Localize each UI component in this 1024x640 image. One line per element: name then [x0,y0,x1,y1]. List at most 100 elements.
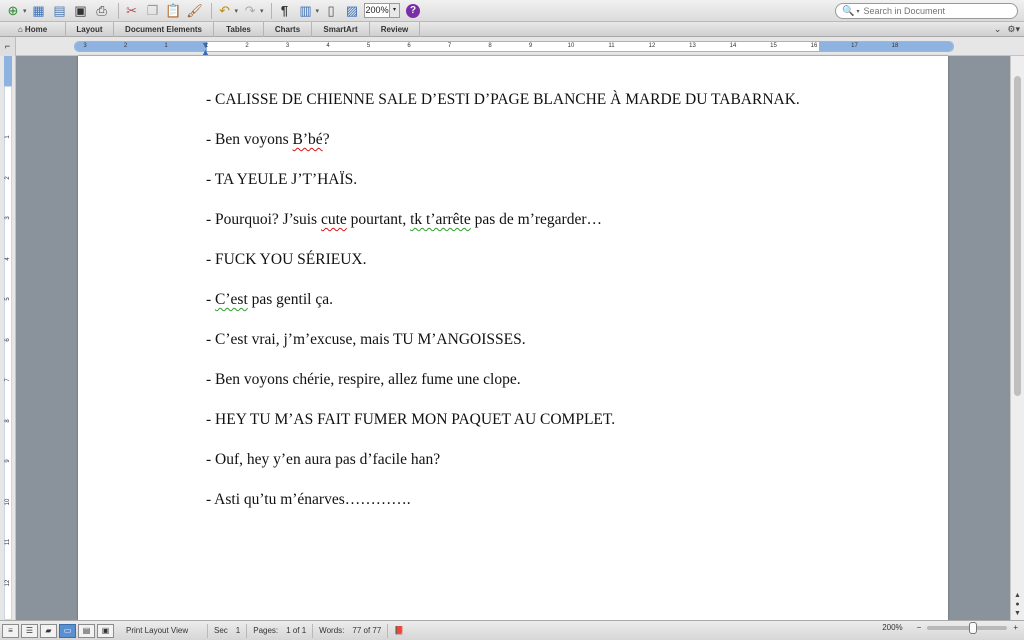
tab-label: Home [24,25,48,34]
media-browser-icon[interactable]: ▨ [343,2,361,20]
search-icon[interactable]: 🔍 [842,6,854,17]
zoom-dropdown-icon[interactable]: ▾ [390,3,401,18]
ribbon-tabs: ⌂ Home Layout Document Elements Tables C… [0,22,1024,37]
ruler-number: 1 [164,43,168,49]
document-paragraph[interactable]: - Ben voyons chérie, respire, allez fume… [206,371,521,389]
tab-layout[interactable]: Layout [66,22,114,37]
undo-icon[interactable]: ↶ [216,2,234,20]
ruler-number: 2 [245,43,249,49]
vertical-ruler-number: 1 [5,135,11,139]
copy-icon[interactable]: ❐ [144,2,162,20]
gear-icon[interactable]: ⚙▾ [1007,24,1020,35]
ruler-number: 9 [528,43,533,49]
pages-indicator: Pages: 1 of 1 [247,623,314,638]
scroll-thumb[interactable] [1014,76,1021,396]
new-dropdown-icon[interactable]: ▾ [23,7,27,15]
zoom-controls: 200% − + [882,621,1018,634]
document-paragraph[interactable]: - C’est pas gentil ça. [206,291,333,309]
words-value: 77 of 77 [352,625,382,635]
spelling-status-icon[interactable]: 📕 [388,624,410,638]
paragraph-text: - Ben voyons [206,131,293,148]
document-paragraph[interactable]: - CALISSE DE CHIENNE SALE D’ESTI D’PAGE … [206,91,800,109]
pilcrow-icon[interactable]: ¶ [276,2,294,20]
document-paragraph[interactable]: - Pourquoi? J’suis cute pourtant, tk t’a… [206,211,602,229]
gallery-icon[interactable]: ▦ [30,2,48,20]
home-icon: ⌂ [17,25,23,34]
grammar-error-phrase: tk t’arrête [410,211,471,228]
vertical-ruler-number: 9 [5,459,11,463]
indent-marker-icon[interactable]: ▼ ▲ [201,41,210,57]
scroll-buttons: ▲ ● ▼ [1012,591,1023,618]
zoom-slider[interactable] [927,621,1008,634]
tab-review[interactable]: Review [370,22,420,37]
help-icon[interactable]: ? [406,3,421,18]
zoom-input[interactable]: 200% [364,3,391,18]
document-paragraph[interactable]: - TA YEULE J’T’HAÏS. [206,171,357,189]
paragraph-text: pas gentil ça. [247,291,333,308]
paste-icon[interactable]: 📋 [165,2,183,20]
new-document-icon[interactable]: ⊕ [4,2,22,20]
vertical-ruler-number: 8 [5,418,11,423]
document-paragraph[interactable]: - Ouf, hey y’en aura pas d’facile han? [206,451,440,469]
zoom-in-icon[interactable]: + [1013,623,1018,632]
undo-dropdown-icon[interactable]: ▾ [235,7,239,15]
tab-document-elements[interactable]: Document Elements [114,22,214,37]
save-icon[interactable]: ▣ [72,2,90,20]
search-input[interactable] [863,6,1004,16]
section-indicator: Sec 1 [208,623,248,638]
vertical-ruler-number: 4 [5,256,11,261]
words-indicator[interactable]: Words: 77 of 77 [313,623,389,638]
print-icon[interactable]: ⎙ [93,2,111,20]
tab-home[interactable]: ⌂ Home [0,22,66,37]
tab-smartart[interactable]: SmartArt [312,22,370,37]
ruler-number: 12 [648,43,656,49]
vertical-ruler: 1 2 3 4 5 6 7 8 9 10 11 12 [0,56,16,620]
ruler-number: 7 [447,43,452,49]
sidebar-dropdown-icon[interactable]: ▾ [316,7,320,15]
tab-tables[interactable]: Tables [214,22,264,37]
pages-value: 1 of 1 [286,625,307,635]
vertical-scrollbar[interactable]: ▲ ● ▼ [1010,56,1024,620]
search-dropdown-icon[interactable]: ▾ [856,8,859,15]
document-paragraph[interactable]: - Asti qu’tu m’énarves…………. [206,491,411,509]
collapse-ribbon-icon[interactable]: ⌄ [994,24,1002,35]
grammar-error-phrase: C’est [215,291,248,308]
standard-toolbar: ⊕ ▾ ▦ ▤ ▣ ⎙ ✂ ❐ 📋 🖌 ↶ ▾ ↷ ▾ ¶ ▥ ▾ ▯ ▨ 20… [0,0,1024,22]
vertical-ruler-number: 3 [5,216,11,220]
ruler-number: 3 [83,43,87,49]
document-paragraph[interactable]: - FUCK YOU SÉRIEUX. [206,251,366,269]
publishing-view-icon[interactable]: ▰ [40,623,57,638]
ruler-number: 15 [770,43,777,49]
print-layout-view-icon[interactable]: ▭ [59,623,76,638]
open-icon[interactable]: ▤ [51,2,69,20]
horizontal-ruler-bar: ⌐ 3 2 1 1 2 3 4 5 6 7 8 9 10 11 12 13 14 15 16 17 18 [0,37,1024,56]
notebook-view-icon[interactable]: ▤ [78,623,95,638]
vertical-ruler-number: 10 [5,498,11,505]
document-paragraph[interactable]: - C’est vrai, j’m’excuse, mais TU M’ANGO… [206,331,526,349]
ruler-number: 14 [729,43,737,49]
search-field[interactable]: 🔍 ▾ [835,3,1018,19]
navigation-icon[interactable]: ▯ [322,2,340,20]
next-page-icon[interactable]: ▼ [1012,609,1023,618]
zoom-out-icon[interactable]: − [917,623,922,632]
ruler-number: 18 [891,43,899,49]
document-paragraph[interactable]: - HEY TU M’AS FAIT FUMER MON PAQUET AU C… [206,411,615,429]
browse-object-icon[interactable]: ● [1012,600,1023,609]
document-paragraph[interactable]: - Ben voyons B’bé? [206,131,330,149]
tab-charts[interactable]: Charts [264,22,312,37]
document-page[interactable]: - CALISSE DE CHIENNE SALE D’ESTI D’PAGE … [78,56,948,620]
zoom-slider-knob[interactable] [969,621,978,634]
sidebar-icon[interactable]: ▥ [297,2,315,20]
vertical-ruler-number: 12 [5,579,11,586]
outline-view-icon[interactable]: ☰ [21,623,38,638]
draft-view-icon[interactable]: ≡ [2,623,19,638]
tab-stop-selector-icon[interactable]: ⌐ [0,37,16,56]
redo-icon[interactable]: ↷ [241,2,259,20]
vertical-ruler-number: 5 [5,297,11,301]
format-painter-icon[interactable]: 🖌 [186,2,204,20]
previous-page-icon[interactable]: ▲ [1012,591,1023,600]
ribbon-controls: ⌄ ⚙▾ [994,22,1020,37]
full-screen-view-icon[interactable]: ▣ [97,623,114,638]
redo-dropdown-icon[interactable]: ▾ [260,7,264,15]
cut-icon[interactable]: ✂ [123,2,141,20]
